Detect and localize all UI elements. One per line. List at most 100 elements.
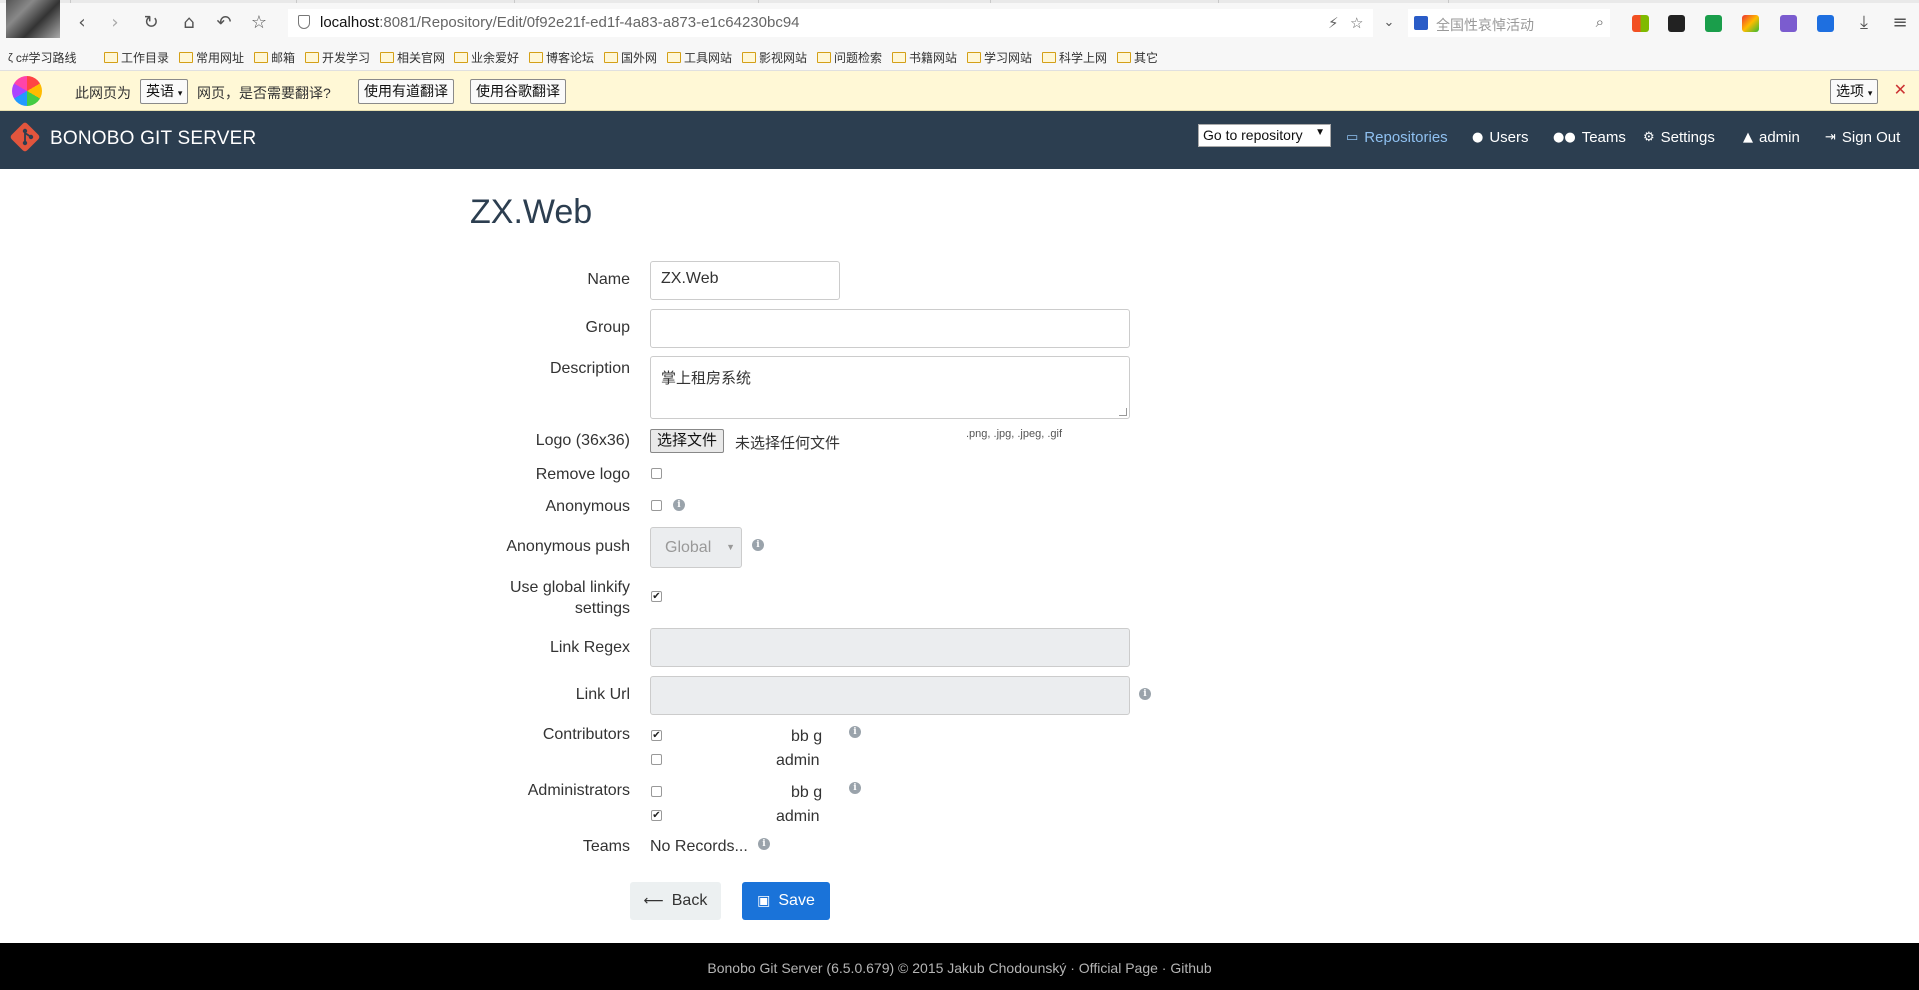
team-icon: ●●: [1553, 130, 1576, 145]
page-title: ZX.Web: [470, 193, 593, 231]
search-engine-icon: [1414, 16, 1428, 30]
reload-icon[interactable]: ↻: [139, 11, 163, 35]
translate-bar: 此网页为 英语 ▾ 网页，是否需要翻译? 使用有道翻译 使用谷歌翻译 选项 ▾ …: [0, 71, 1919, 111]
search-placeholder: 全国性哀悼活动: [1436, 17, 1534, 33]
bookmark-folder[interactable]: 常用网址: [179, 49, 244, 66]
extension-grid-icon[interactable]: [1632, 15, 1649, 32]
info-icon[interactable]: i: [752, 539, 764, 551]
brand-title[interactable]: BONOBO GIT SERVER: [50, 128, 256, 150]
bookmark-folder[interactable]: 问题检索: [817, 49, 882, 66]
folder-icon: [742, 52, 756, 63]
dropdown-chevron-icon[interactable]: ⌄: [1377, 11, 1401, 35]
bookmark-folder[interactable]: 影视网站: [742, 49, 807, 66]
translate-logo-icon: [12, 76, 42, 106]
official-page-link[interactable]: Official Page: [1079, 960, 1158, 976]
extension-v-icon[interactable]: [1817, 15, 1834, 32]
git-logo-icon[interactable]: [10, 122, 40, 152]
extension-cube-icon[interactable]: [1780, 15, 1797, 32]
administrators-label: Administrators: [527, 782, 630, 799]
info-icon[interactable]: i: [849, 726, 861, 738]
choose-file-button[interactable]: 选择文件: [650, 429, 725, 453]
info-icon[interactable]: i: [673, 499, 685, 511]
nav-teams[interactable]: ●● Teams: [1553, 129, 1626, 146]
undo-icon[interactable]: ↶: [212, 11, 236, 35]
search-icon[interactable]: ⌕: [1596, 13, 1604, 31]
file-type-hint: .png, .jpg, .jpeg, .gif: [966, 428, 1063, 440]
nav-repositories[interactable]: ▭ Repositories: [1346, 129, 1448, 146]
extension-color-icon[interactable]: [1742, 15, 1759, 32]
extension-shield-icon[interactable]: [1705, 15, 1722, 32]
forward-arrow-icon[interactable]: ›: [103, 11, 127, 35]
nav-settings[interactable]: ⚙ Settings: [1643, 129, 1715, 146]
administrator-checkbox-admin[interactable]: ✔: [651, 810, 662, 821]
bookmark-folder[interactable]: 国外网: [604, 49, 657, 66]
bookmark-folder[interactable]: 相关官网: [380, 49, 445, 66]
menu-icon[interactable]: ≡: [1888, 11, 1912, 35]
translate-options-button[interactable]: 选项 ▾: [1830, 79, 1879, 104]
description-textarea[interactable]: 掌上租房系统: [650, 356, 1130, 419]
favorite-star-icon[interactable]: ☆: [1350, 14, 1363, 32]
app-navbar: BONOBO GIT SERVER Go to repository ▼ ▭ Rep…: [0, 111, 1919, 169]
save-button[interactable]: ▣ Save: [742, 882, 830, 920]
folder-icon: [454, 52, 468, 63]
teams-label: Teams: [582, 838, 630, 855]
bookmark-folder[interactable]: 开发学习: [305, 49, 370, 66]
link-url-input[interactable]: [650, 676, 1130, 715]
use-global-linkify-label: Use global linkify settings: [509, 579, 630, 617]
bookmark-folder[interactable]: 邮箱: [254, 49, 295, 66]
go-to-repository-select[interactable]: Go to repository ▼: [1198, 124, 1331, 147]
bookmark-item[interactable]: ζ c#学习路线: [8, 49, 77, 66]
contributor-name: bb g: [791, 728, 823, 745]
folder-icon: [967, 52, 981, 63]
shield-icon[interactable]: [298, 15, 310, 29]
lightning-icon[interactable]: ⚡: [1328, 14, 1339, 32]
bookmark-folder[interactable]: 业余爱好: [454, 49, 519, 66]
floppy-disk-icon: ▣: [757, 893, 771, 909]
bookmark-star-icon[interactable]: ☆: [247, 11, 271, 35]
link-regex-input[interactable]: [650, 628, 1130, 667]
bookmark-folder[interactable]: 工作目录: [104, 49, 169, 66]
contributor-checkbox-admin[interactable]: [651, 754, 662, 765]
bookmark-folder[interactable]: 书籍网站: [892, 49, 957, 66]
bookmark-folder[interactable]: 其它: [1117, 49, 1158, 66]
folder-icon: [179, 52, 193, 63]
search-box[interactable]: 全国性哀悼活动 ⌕: [1408, 9, 1610, 37]
administrator-checkbox-bb-g[interactable]: [651, 786, 662, 797]
address-bar[interactable]: localhost:8081/Repository/Edit/0f92e21f-…: [288, 9, 1373, 37]
anonymous-label: Anonymous: [545, 498, 631, 515]
home-icon[interactable]: ⌂: [177, 11, 201, 35]
extension-tampermonkey-icon[interactable]: [1668, 15, 1685, 32]
google-translate-button[interactable]: 使用谷歌翻译: [470, 79, 566, 104]
youdao-translate-button[interactable]: 使用有道翻译: [358, 79, 454, 104]
back-button[interactable]: ⟵ Back: [630, 882, 721, 920]
close-icon[interactable]: ✕: [1894, 80, 1907, 99]
use-global-linkify-checkbox[interactable]: ✔: [651, 591, 662, 602]
info-icon[interactable]: i: [758, 838, 770, 850]
url-text[interactable]: localhost:8081/Repository/Edit/0f92e21f-…: [320, 14, 800, 31]
anonymous-push-select[interactable]: Global ▼: [650, 527, 742, 568]
anonymous-checkbox[interactable]: [651, 500, 662, 511]
footer: Bonobo Git Server (6.5.0.679) © 2015 Jak…: [0, 943, 1919, 990]
bookmark-folder[interactable]: 学习网站: [967, 49, 1032, 66]
nav-users[interactable]: ● Users: [1472, 129, 1529, 146]
info-icon[interactable]: i: [1139, 688, 1151, 700]
nav-admin[interactable]: ▲ admin: [1743, 129, 1800, 146]
back-arrow-icon[interactable]: ‹: [70, 11, 94, 35]
nav-sign-out[interactable]: ⇥ Sign Out: [1825, 129, 1900, 146]
download-icon[interactable]: ⤓: [1852, 11, 1876, 35]
github-link[interactable]: Github: [1170, 960, 1211, 976]
browser-profile-avatar[interactable]: [6, 0, 60, 38]
folder-icon: [305, 52, 319, 63]
translate-language-select[interactable]: 英语 ▾: [140, 79, 189, 104]
bookmark-folder[interactable]: 工具网站: [667, 49, 732, 66]
info-icon[interactable]: i: [849, 782, 861, 794]
group-input[interactable]: [650, 309, 1130, 348]
arrow-left-icon: ⟵: [643, 893, 664, 909]
resize-handle[interactable]: [1119, 408, 1127, 416]
bookmark-folder[interactable]: 科学上网: [1042, 49, 1107, 66]
bookmark-folder[interactable]: 博客论坛: [529, 49, 594, 66]
contributor-checkbox-bb-g[interactable]: ✔: [651, 730, 662, 741]
remove-logo-checkbox[interactable]: [651, 468, 662, 479]
link-regex-label: Link Regex: [549, 639, 630, 656]
name-input[interactable]: ZX.Web: [650, 261, 840, 300]
